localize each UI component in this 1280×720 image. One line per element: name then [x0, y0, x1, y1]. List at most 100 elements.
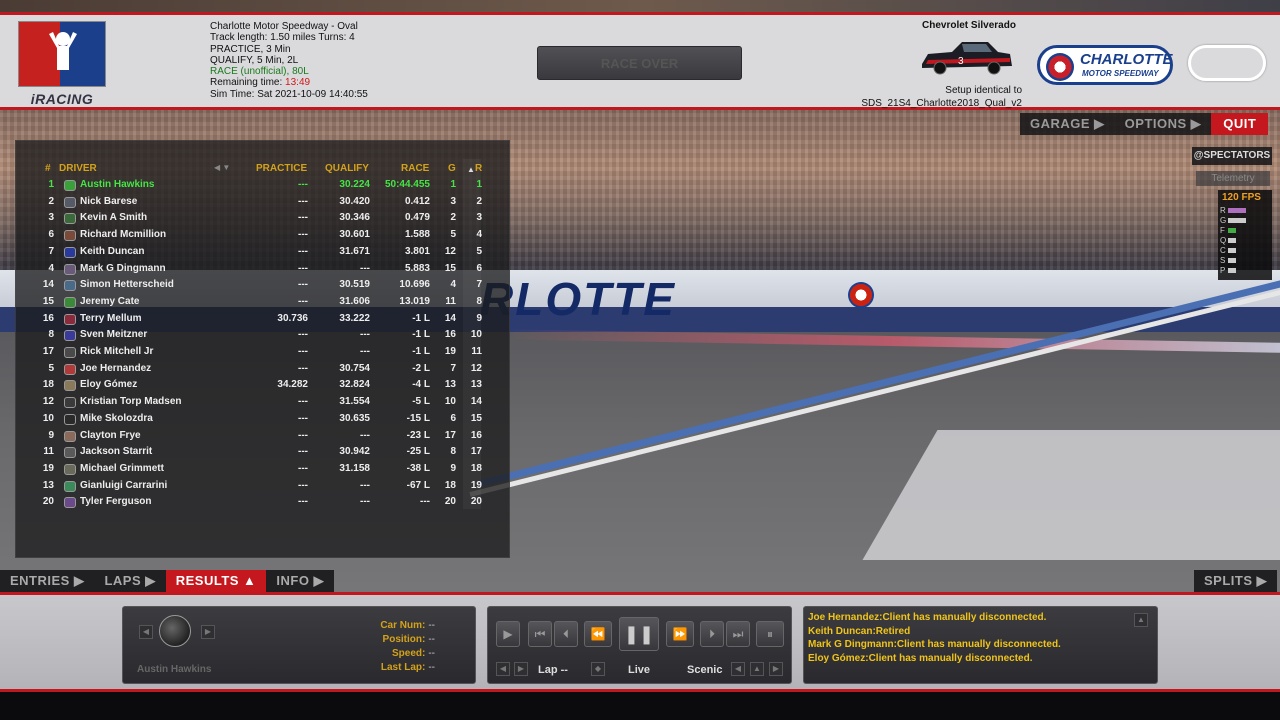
driver-club-icon: [64, 413, 76, 425]
result-rank: 17: [470, 446, 482, 458]
result-race: 5.883: [404, 262, 430, 274]
header-practice[interactable]: PRACTICE: [256, 163, 307, 174]
live-label[interactable]: Live: [628, 664, 650, 676]
perf-meter: P: [1220, 266, 1270, 275]
skip-end-icon[interactable]: ⏭: [726, 621, 750, 647]
result-row[interactable]: 20 Tyler Ferguson --- --- --- 20 20: [16, 494, 511, 511]
camera-up-icon[interactable]: ▲: [750, 662, 764, 676]
result-driver: Mark G Dingmann: [80, 262, 166, 274]
result-grid: 13: [444, 379, 456, 391]
tab-results[interactable]: RESULTS ▲: [165, 570, 267, 592]
result-driver: Joe Hernandez: [80, 362, 152, 374]
lap-next-icon[interactable]: ▶: [514, 662, 528, 676]
tab-splits[interactable]: SPLITS ▶: [1194, 570, 1278, 592]
result-row[interactable]: 9 Clayton Frye --- --- -23 L 17 16: [16, 428, 511, 445]
result-driver: Nick Barese: [80, 195, 138, 207]
tab-info[interactable]: INFO ▶: [266, 570, 335, 592]
result-qualify: 30.601: [339, 229, 370, 241]
header-g[interactable]: G: [448, 163, 456, 174]
sim-time: Sim Time: Sat 2021-10-09 14:40:55: [210, 88, 368, 100]
live-icon[interactable]: ⏸: [756, 621, 784, 647]
charlotte-track-logo: CHARLOTTE MOTOR SPEEDWAY: [1037, 45, 1173, 85]
result-row[interactable]: 7 Keith Duncan --- 31.671 3.801 12 5: [16, 244, 511, 261]
tab-entries[interactable]: ENTRIES ▶: [0, 570, 95, 592]
messages-panel: Joe Hernandez:Client has manually discon…: [803, 606, 1158, 684]
fast-forward-icon[interactable]: ⏩: [666, 621, 694, 647]
quit-button[interactable]: QUIT: [1211, 113, 1269, 135]
result-race: -5 L: [412, 396, 430, 408]
result-driver: Jeremy Cate: [80, 295, 140, 307]
result-driver: Kevin A Smith: [80, 212, 148, 224]
driver-club-icon: [64, 296, 76, 308]
pause-button[interactable]: ❚❚: [619, 617, 659, 651]
next-frame-icon[interactable]: ⏵: [700, 621, 724, 647]
result-row[interactable]: 6 Richard Mcmillion --- 30.601 1.588 5 4: [16, 227, 511, 244]
result-grid: 9: [450, 462, 456, 474]
tab-laps[interactable]: LAPS ▶: [94, 570, 166, 592]
result-race: -1 L: [412, 346, 430, 357]
result-position: 18: [42, 379, 54, 391]
result-row[interactable]: 19 Michael Grimmett --- 31.158 -38 L 9 18: [16, 461, 511, 478]
garage-button[interactable]: GARAGE ▶: [1020, 113, 1115, 135]
camera-label[interactable]: Scenic: [687, 664, 722, 676]
racer-figure-icon: [49, 32, 77, 70]
setup-info: Setup identical to SDS_21S4_Charlotte201…: [861, 85, 1022, 109]
camera-prev-icon[interactable]: ◀: [731, 662, 745, 676]
perf-meter-bar: [1228, 208, 1246, 213]
sort-up-icon[interactable]: ▲: [467, 165, 475, 174]
result-row[interactable]: 12 Kristian Torp Madsen --- 31.554 -5 L 10 14: [16, 394, 511, 411]
result-practice: ---: [298, 396, 308, 408]
result-row[interactable]: 5 Joe Hernandez --- 30.754 -2 L 7 12: [16, 361, 511, 378]
perf-meter-label: F: [1220, 226, 1225, 235]
skip-start-icon[interactable]: ⏮: [528, 621, 552, 647]
result-row[interactable]: 4 Mark G Dingmann --- --- 5.883 15 6: [16, 261, 511, 278]
result-row[interactable]: 3 Kevin A Smith --- 30.346 0.479 2 3: [16, 210, 511, 227]
lap-prev-icon[interactable]: ◀: [496, 662, 510, 676]
result-qualify: ---: [360, 479, 370, 491]
result-row[interactable]: 18 Eloy Gómez 34.282 32.824 -4 L 13 13: [16, 377, 511, 394]
result-grid: 5: [450, 229, 456, 241]
play-icon[interactable]: ▶: [496, 621, 520, 647]
spectators-button[interactable]: @SPECTATORS: [1192, 147, 1272, 165]
result-row[interactable]: 1 Austin Hawkins --- 30.224 50:44.455 1 1: [16, 177, 511, 194]
result-grid: 2: [450, 212, 456, 224]
replay-mode-icon[interactable]: ◆: [591, 662, 605, 676]
next-car-icon[interactable]: ▶: [201, 625, 215, 639]
prev-frame-icon[interactable]: ⏴: [554, 621, 578, 647]
race-over-button[interactable]: RACE OVER: [537, 46, 742, 80]
perf-meter: R: [1220, 206, 1270, 215]
iracing-logo: [18, 21, 106, 87]
header-driver[interactable]: DRIVER: [59, 163, 97, 174]
result-row[interactable]: 16 Terry Mellum 30.736 33.222 -1 L 14 9: [16, 311, 511, 328]
messages-expand-icon[interactable]: ▲: [1134, 613, 1148, 627]
result-practice: ---: [298, 295, 308, 307]
prev-car-icon[interactable]: ◀: [139, 625, 153, 639]
result-row[interactable]: 8 Sven Meitzner --- --- -1 L 16 10: [16, 327, 511, 344]
sort-left-icon[interactable]: ◀ ▼: [214, 163, 230, 172]
result-row[interactable]: 15 Jeremy Cate --- 31.606 13.019 11 8: [16, 294, 511, 311]
result-row[interactable]: 2 Nick Barese --- 30.420 0.412 3 2: [16, 194, 511, 211]
camera-next-icon[interactable]: ▶: [769, 662, 783, 676]
result-race: -25 L: [406, 446, 430, 458]
result-position: 14: [42, 279, 54, 291]
result-qualify: 31.158: [339, 462, 370, 474]
result-row[interactable]: 14 Simon Hetterscheid --- 30.519 10.696 4 7: [16, 277, 511, 294]
result-row[interactable]: 17 Rick Mitchell Jr --- --- -1 L 19 11: [16, 344, 511, 361]
result-driver: Terry Mellum: [80, 312, 142, 324]
telemetry-button[interactable]: Telemetry: [1196, 171, 1270, 186]
header-pos[interactable]: #: [45, 163, 51, 174]
result-practice: ---: [298, 346, 308, 357]
header-race[interactable]: RACE: [401, 163, 429, 174]
result-practice: ---: [298, 412, 308, 424]
driver-club-icon: [64, 313, 76, 325]
result-row[interactable]: 10 Mike Skolozdra --- 30.635 -15 L 6 15: [16, 411, 511, 428]
result-practice: ---: [298, 462, 308, 474]
result-row[interactable]: 13 Gianluigi Carrarini --- --- -67 L 18 19: [16, 478, 511, 495]
header-qualify[interactable]: QUALIFY: [325, 163, 369, 174]
header-r[interactable]: R: [475, 163, 482, 174]
rewind-icon[interactable]: ⏪: [584, 621, 612, 647]
options-button[interactable]: OPTIONS ▶: [1114, 113, 1212, 135]
chat-message: Eloy Gómez:Client has manually disconnec…: [808, 652, 1033, 664]
result-rank: 20: [470, 496, 482, 508]
result-row[interactable]: 11 Jackson Starrit --- 30.942 -25 L 8 17: [16, 444, 511, 461]
